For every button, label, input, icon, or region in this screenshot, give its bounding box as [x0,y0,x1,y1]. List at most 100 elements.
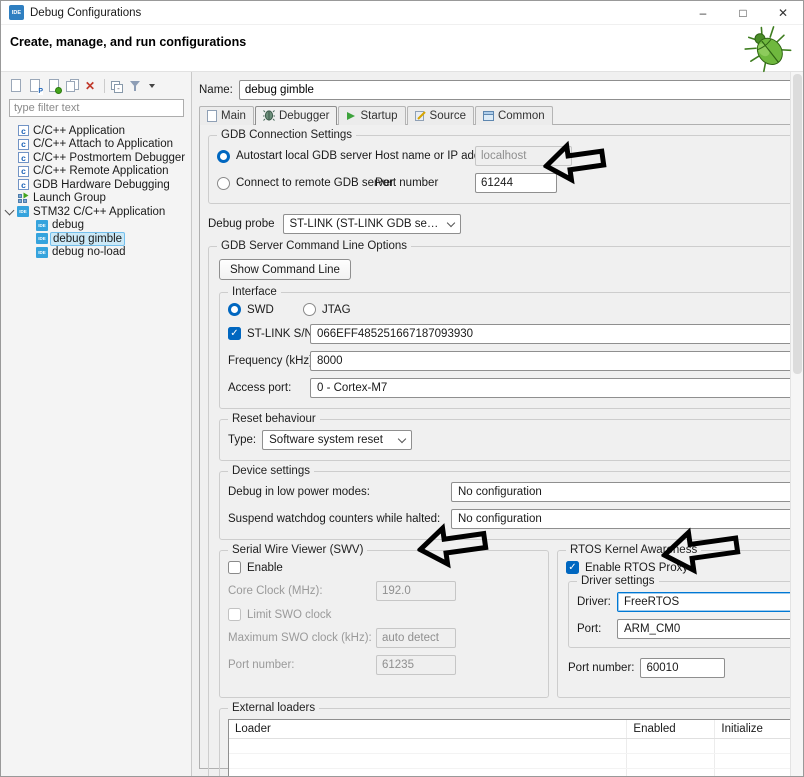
tree-item-cpp-postmortem[interactable]: c C/C++ Postmortem Debugger [1,151,191,165]
configuration-editor: Name: Main Debugger [192,72,803,776]
close-button[interactable]: ✕ [763,1,803,24]
swv-port-input [376,655,456,675]
filter-menu-icon[interactable] [149,84,155,88]
stlink-sn-select[interactable]: 066EFF485251667187093930 [310,323,803,344]
group-title: Device settings [228,465,314,477]
column-loader[interactable]: Loader [229,720,628,738]
loaders-table[interactable]: Loader Enabled Initialize [228,719,803,776]
loaders-table-row[interactable] [229,739,803,754]
new-prototype-icon[interactable]: P [28,79,43,95]
show-command-line-button[interactable]: Show Command Line [219,259,351,280]
tab-main[interactable]: Main [199,106,254,125]
reset-behaviour-group: Reset behaviour Type: Software system re… [219,413,803,461]
chevron-down-icon [446,218,455,227]
filter-input[interactable] [9,99,184,117]
autostart-local-gdb-radio[interactable]: Autostart local GDB server [217,149,375,163]
duplicate-icon[interactable] [66,79,80,93]
driver-select[interactable]: FreeRTOS [617,592,803,612]
gdb-connection-settings-group: GDB Connection Settings Autostart local … [208,129,803,204]
group-title: Serial Wire Viewer (SWV) [228,544,368,556]
tree-item-debug-no-load[interactable]: IDE debug no-load [1,246,191,260]
host-label: Host name or IP address [375,150,502,162]
delete-icon[interactable]: ✕ [85,79,99,93]
group-title: Driver settings [577,575,659,587]
rtos-port-number-input[interactable] [640,658,726,678]
rtos-group: RTOS Kernel Awareness Enable RTOS Proxy … [557,544,803,698]
checkbox-icon[interactable] [566,561,579,574]
group-title: Interface [228,286,281,298]
c-application-icon: c [18,165,29,177]
name-input[interactable] [238,80,803,100]
gdb-port-input[interactable] [475,173,557,193]
connect-remote-gdb-radio[interactable]: Connect to remote GDB server [217,176,394,190]
stm32-ide-icon: IDE [36,233,48,245]
swv-port-label: Port number: [228,659,295,671]
radio-icon[interactable] [217,176,230,190]
host-input [475,146,572,166]
reset-type-select[interactable]: Software system reset [262,430,413,450]
title-bar: IDE Debug Configurations – □ ✕ [1,1,803,25]
checkbox-icon[interactable] [228,561,241,574]
collapse-all-icon[interactable]: -- [110,79,124,93]
vertical-scrollbar[interactable] [790,72,803,776]
tree-item-debug-gimble[interactable]: IDE debug gimble [1,231,191,246]
new-configuration-icon[interactable] [9,79,23,93]
startup-play-icon [347,111,356,120]
watchdog-select[interactable]: No configuration [451,509,803,529]
access-port-select[interactable]: 0 - Cortex-M7 [310,378,803,398]
watchdog-label: Suspend watchdog counters while halted: [228,513,441,525]
maximize-button[interactable]: □ [723,1,763,24]
column-enabled[interactable]: Enabled [627,720,716,738]
tree-item-launch-group[interactable]: Launch Group [1,192,191,206]
swv-group: Serial Wire Viewer (SWV) Enable Core Clo… [219,544,549,698]
page-icon [207,109,217,122]
access-port-label: Access port: [228,382,292,394]
tree-item-cpp-remote[interactable]: c C/C++ Remote Application [1,165,191,179]
loaders-table-row[interactable] [229,769,803,776]
tree-item-stm32-application[interactable]: IDE STM32 C/C++ Application [1,205,191,219]
rtos-port-number-label: Port number: [568,662,635,674]
radio-icon[interactable] [228,303,241,316]
tree-item-cpp-application[interactable]: c C/C++ Application [1,124,191,138]
frequency-select[interactable]: 8000 [310,351,803,371]
jtag-radio[interactable]: JTAG [303,303,351,316]
tab-startup[interactable]: Startup [338,106,406,125]
dialog-header-title: Create, manage, and run configurations [10,35,247,49]
low-power-label: Debug in low power modes: [228,486,370,498]
tab-common[interactable]: Common [474,106,553,125]
swd-radio[interactable]: SWD [228,303,303,316]
editor-tabs: Main Debugger Startup Source Common [199,106,803,126]
export-icon[interactable] [47,79,62,94]
stm32-ide-icon: IDE [17,206,29,218]
limit-swo-checkbox: Limit SWO clock [228,608,540,621]
stm32-ide-icon: IDE [36,219,48,231]
filter-icon[interactable] [129,79,143,93]
rtos-port-select[interactable]: ARM_CM0 [617,619,803,639]
port-number-label: Port number [375,177,439,189]
tree-item-gdb-hardware[interactable]: c GDB Hardware Debugging [1,178,191,192]
group-title: Reset behaviour [228,413,320,425]
group-title: RTOS Kernel Awareness [566,544,702,556]
swv-enable-checkbox[interactable]: Enable [228,561,540,574]
tab-source[interactable]: Source [406,106,474,125]
max-swo-label: Maximum SWO clock (kHz): [228,632,372,644]
radio-icon[interactable] [303,303,316,316]
tree-item-debug[interactable]: IDE debug [1,219,191,233]
radio-icon[interactable] [217,149,230,163]
group-title: External loaders [228,702,320,714]
sidebar-toolbar: P ✕ -- [1,76,191,99]
checkbox-icon[interactable] [228,327,241,340]
stm32-ide-icon: IDE [36,246,48,258]
expander-chevron-icon[interactable] [4,205,15,216]
minimize-button[interactable]: – [683,1,723,24]
core-clock-label: Core Clock (MHz): [228,585,323,597]
tab-debugger[interactable]: Debugger [254,106,338,126]
debug-probe-select[interactable]: ST-LINK (ST-LINK GDB server) [282,214,461,234]
rtos-port-label: Port: [577,623,602,635]
stlink-sn-checkbox[interactable]: ST-LINK S/N [228,327,313,340]
loaders-table-row[interactable] [229,754,803,769]
window-title: Debug Configurations [30,6,142,19]
low-power-select[interactable]: No configuration [451,482,803,502]
tree-item-cpp-attach[interactable]: c C/C++ Attach to Application [1,138,191,152]
rtos-proxy-checkbox[interactable]: Enable RTOS Proxy [566,561,803,574]
